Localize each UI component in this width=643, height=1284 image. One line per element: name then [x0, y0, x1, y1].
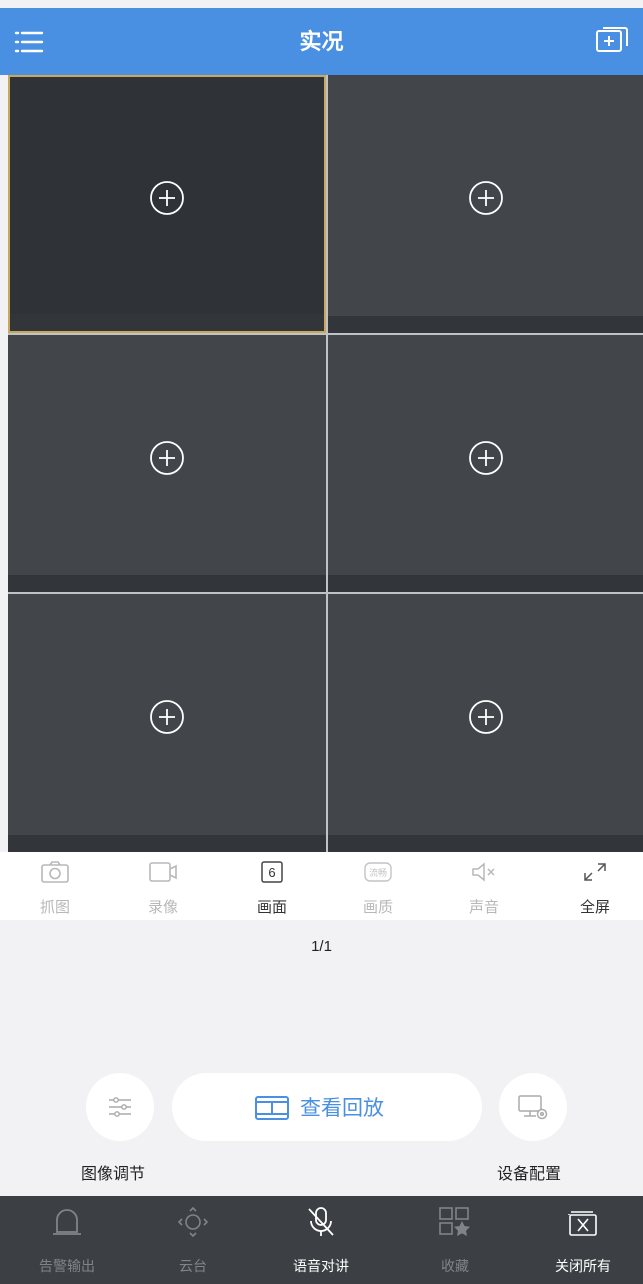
- video-cell-2[interactable]: [328, 75, 643, 333]
- snapshot-label: 抓图: [39, 899, 70, 916]
- ptz-label: 云台: [179, 1258, 207, 1274]
- view-playback-label: 查看回放: [300, 1097, 384, 1120]
- close-all-label: 关闭所有: [555, 1258, 611, 1274]
- page-title: 实况: [299, 29, 344, 54]
- add-channel-icon[interactable]: [149, 180, 185, 216]
- cell-status-bar: [328, 316, 643, 333]
- fullscreen-label: 全屏: [579, 899, 610, 916]
- close-all-button[interactable]: 关闭所有: [528, 1196, 638, 1284]
- add-channel-icon[interactable]: [468, 440, 504, 476]
- view-playback-button[interactable]: 查看回放: [172, 1073, 482, 1141]
- cell-status-bar: [10, 314, 324, 331]
- bottom-action-bar: 告警输出 云台 语音对讲 收藏 关闭所有: [0, 1196, 643, 1284]
- film-icon: [255, 1096, 289, 1120]
- image-adjust-button[interactable]: [86, 1073, 154, 1141]
- favorite-icon: [439, 1207, 470, 1236]
- split-screen-label: 画面: [256, 899, 287, 916]
- device-config-button[interactable]: [499, 1073, 567, 1141]
- record-button[interactable]: 录像: [113, 852, 213, 920]
- video-grid: [8, 75, 643, 852]
- speaker-mute-icon: [472, 862, 495, 882]
- sliders-icon: [109, 1097, 131, 1117]
- sound-label: 声音: [468, 899, 499, 916]
- split-screen-button[interactable]: 6 画面: [222, 852, 322, 920]
- close-all-icon: [568, 1211, 597, 1236]
- video-cell-5[interactable]: [8, 594, 326, 852]
- split-count-badge: 6: [268, 865, 275, 880]
- cell-status-bar: [8, 575, 326, 592]
- image-adjust-label: 图像调节: [81, 1166, 146, 1183]
- playback-toolbar: 抓图 录像 6 画面 流畅 画质 声音 全屏: [0, 852, 643, 920]
- quality-label: 画质: [362, 899, 393, 916]
- alarm-output-button[interactable]: 告警输出: [12, 1196, 122, 1284]
- favorite-label: 收藏: [441, 1258, 469, 1274]
- snapshot-button[interactable]: 抓图: [5, 852, 105, 920]
- video-cell-6[interactable]: [328, 594, 643, 852]
- add-channel-icon[interactable]: [468, 180, 504, 216]
- voice-talk-label: 语音对讲: [293, 1258, 349, 1274]
- video-cell-4[interactable]: [328, 335, 643, 592]
- camera-icon: [41, 861, 69, 883]
- split-count-icon: 6: [261, 861, 283, 883]
- voice-talk-button[interactable]: 语音对讲: [266, 1196, 376, 1284]
- cell-status-bar: [8, 835, 326, 852]
- alarm-output-label: 告警输出: [39, 1258, 95, 1274]
- video-cell-1[interactable]: [8, 75, 326, 333]
- ptz-button[interactable]: 云台: [138, 1196, 248, 1284]
- quality-icon: 流畅: [364, 862, 392, 882]
- quality-badge: 流畅: [369, 867, 387, 879]
- sound-button[interactable]: 声音: [434, 852, 534, 920]
- microphone-off-icon: [308, 1207, 334, 1236]
- add-channel-icon[interactable]: [149, 699, 185, 735]
- add-screen-icon[interactable]: [595, 25, 629, 57]
- fullscreen-button[interactable]: 全屏: [545, 852, 643, 920]
- add-channel-icon[interactable]: [468, 699, 504, 735]
- ptz-icon: [177, 1206, 209, 1238]
- top-nav-bar: 实况: [0, 8, 643, 75]
- video-record-icon: [149, 862, 177, 882]
- alarm-light-icon: [53, 1209, 81, 1235]
- record-label: 录像: [147, 899, 178, 916]
- cell-status-bar: [328, 835, 643, 852]
- favorite-button[interactable]: 收藏: [400, 1196, 510, 1284]
- cell-status-bar: [328, 575, 643, 592]
- video-cell-3[interactable]: [8, 335, 326, 592]
- quality-button[interactable]: 流畅 画质: [328, 852, 428, 920]
- fullscreen-icon: [584, 863, 606, 881]
- monitor-settings-icon: [518, 1095, 548, 1120]
- page-indicator: 1/1: [311, 938, 332, 955]
- add-channel-icon[interactable]: [149, 440, 185, 476]
- device-config-label: 设备配置: [497, 1166, 562, 1183]
